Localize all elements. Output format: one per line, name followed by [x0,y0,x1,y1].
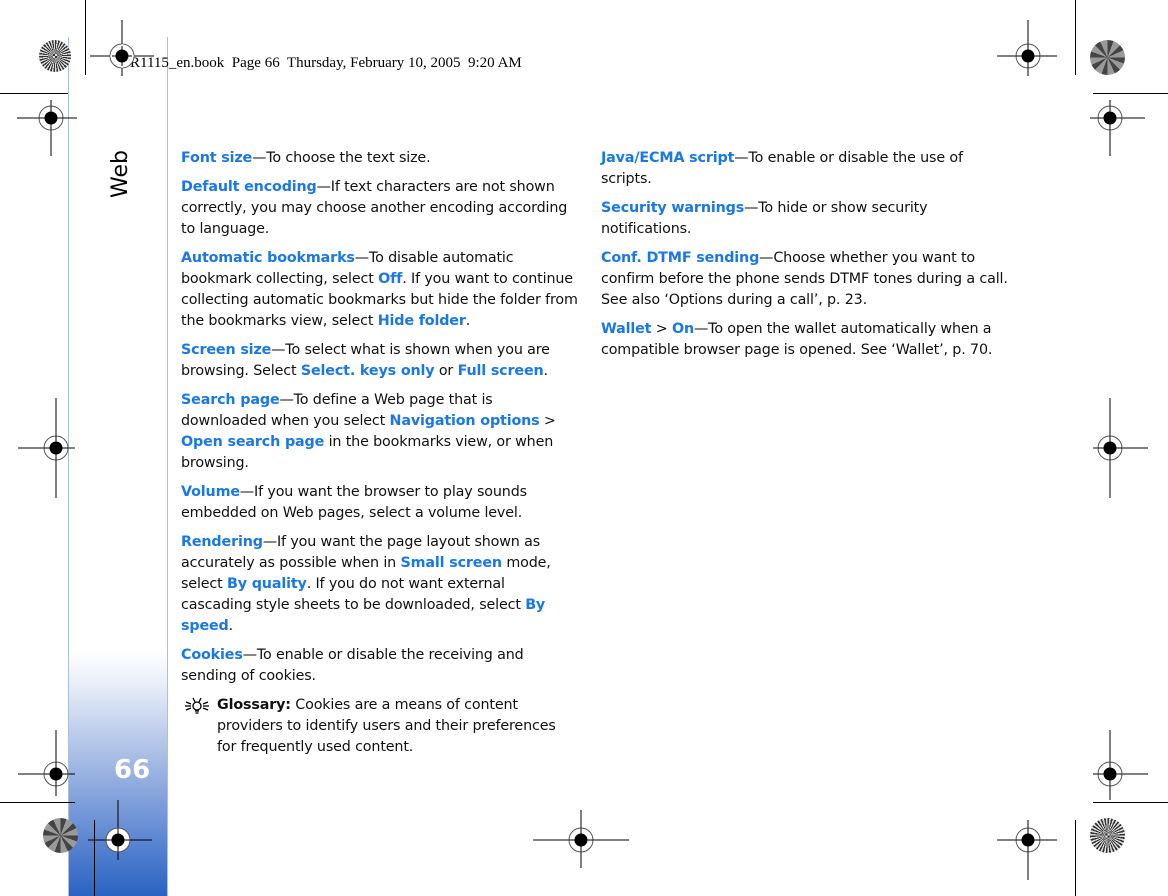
setting-volume: Volume—If you want the browser to play s… [181,482,579,524]
description: > [651,321,672,337]
setting-font-size: Font size—To choose the text size. [181,148,579,169]
description: —To choose the text size. [252,150,431,166]
setting-security-warnings: Security warnings—To hide or show securi… [601,198,1011,240]
star-target-icon [43,818,78,853]
crop-line [0,802,75,803]
description: or [434,363,458,379]
term: Font size [181,150,253,166]
star-target-icon [39,40,71,72]
description: . [543,363,549,379]
setting-default-encoding: Default encoding—If text characters are … [181,177,579,240]
option: On [671,321,695,337]
registration-mark-icon [18,730,75,796]
option: Off [378,271,403,287]
term: Screen size [181,342,272,358]
description: . [228,618,234,634]
registration-mark-icon [1093,730,1148,800]
term: Automatic bookmarks [181,250,355,266]
registration-mark-icon [88,800,152,860]
term: Search page [181,392,280,408]
registration-mark-icon [1093,398,1148,498]
star-target-icon [1090,40,1125,75]
crop-line [1075,0,1076,75]
crop-line [1093,802,1168,803]
setting-rendering: Rendering—If you want the page layout sh… [181,532,579,637]
registration-mark-icon [18,398,75,498]
option: Full screen [457,363,544,379]
crop-line [85,0,86,75]
setting-screen-size: Screen size—To select what is shown when… [181,340,579,382]
option: Hide folder [377,313,466,329]
term: Security warnings [601,200,745,216]
registration-mark-icon [1090,100,1145,156]
registration-mark-icon [997,820,1057,880]
registration-mark-icon [17,100,77,156]
term: Rendering [181,534,263,550]
registration-mark-icon [533,810,629,868]
option: Small screen [400,555,502,571]
option: Open search page [181,434,325,450]
term: Default encoding [181,179,317,195]
setting-cookies: Cookies—To enable or disable the receivi… [181,645,579,687]
setting-java-ecma-script: Java/ECMA script—To enable or disable th… [601,148,1011,190]
setting-conf-dtmf-sending: Conf. DTMF sending—Choose whether you wa… [601,248,1011,311]
crop-line [0,93,68,94]
glossary-label: Glossary: [217,697,291,713]
setting-wallet: Wallet > On—To open the wallet automatic… [601,319,1011,361]
term: Cookies [181,647,243,663]
lightbulb-tip-icon [185,697,209,714]
term: Volume [181,484,240,500]
star-target-icon [1090,818,1125,853]
glossary-note: Glossary: Cookies are a means of content… [181,695,579,758]
term: Java/ECMA script [601,150,735,166]
crop-line [1093,93,1168,94]
option: Navigation options [389,413,540,429]
registration-mark-icon [90,20,154,76]
chapter-title: Web [108,150,133,198]
description: > [539,413,556,429]
right-column: Java/ECMA script—To enable or disable th… [601,148,1011,369]
setting-automatic-bookmarks: Automatic bookmarks—To disable automatic… [181,248,579,332]
crop-line [1075,820,1076,896]
term: Conf. DTMF sending [601,250,760,266]
option: By quality [226,576,307,592]
print-header: R1115_en.book Page 66 Thursday, February… [130,55,522,71]
left-column: Font size—To choose the text size. Defau… [181,148,579,766]
chapter-title-wrap: Web [108,150,156,223]
page-number: 66 [114,755,151,785]
registration-mark-icon [997,20,1057,76]
term: Wallet [601,321,652,337]
description: . [465,313,471,329]
option: Select. keys only [300,363,435,379]
setting-search-page: Search page—To define a Web page that is… [181,390,579,474]
